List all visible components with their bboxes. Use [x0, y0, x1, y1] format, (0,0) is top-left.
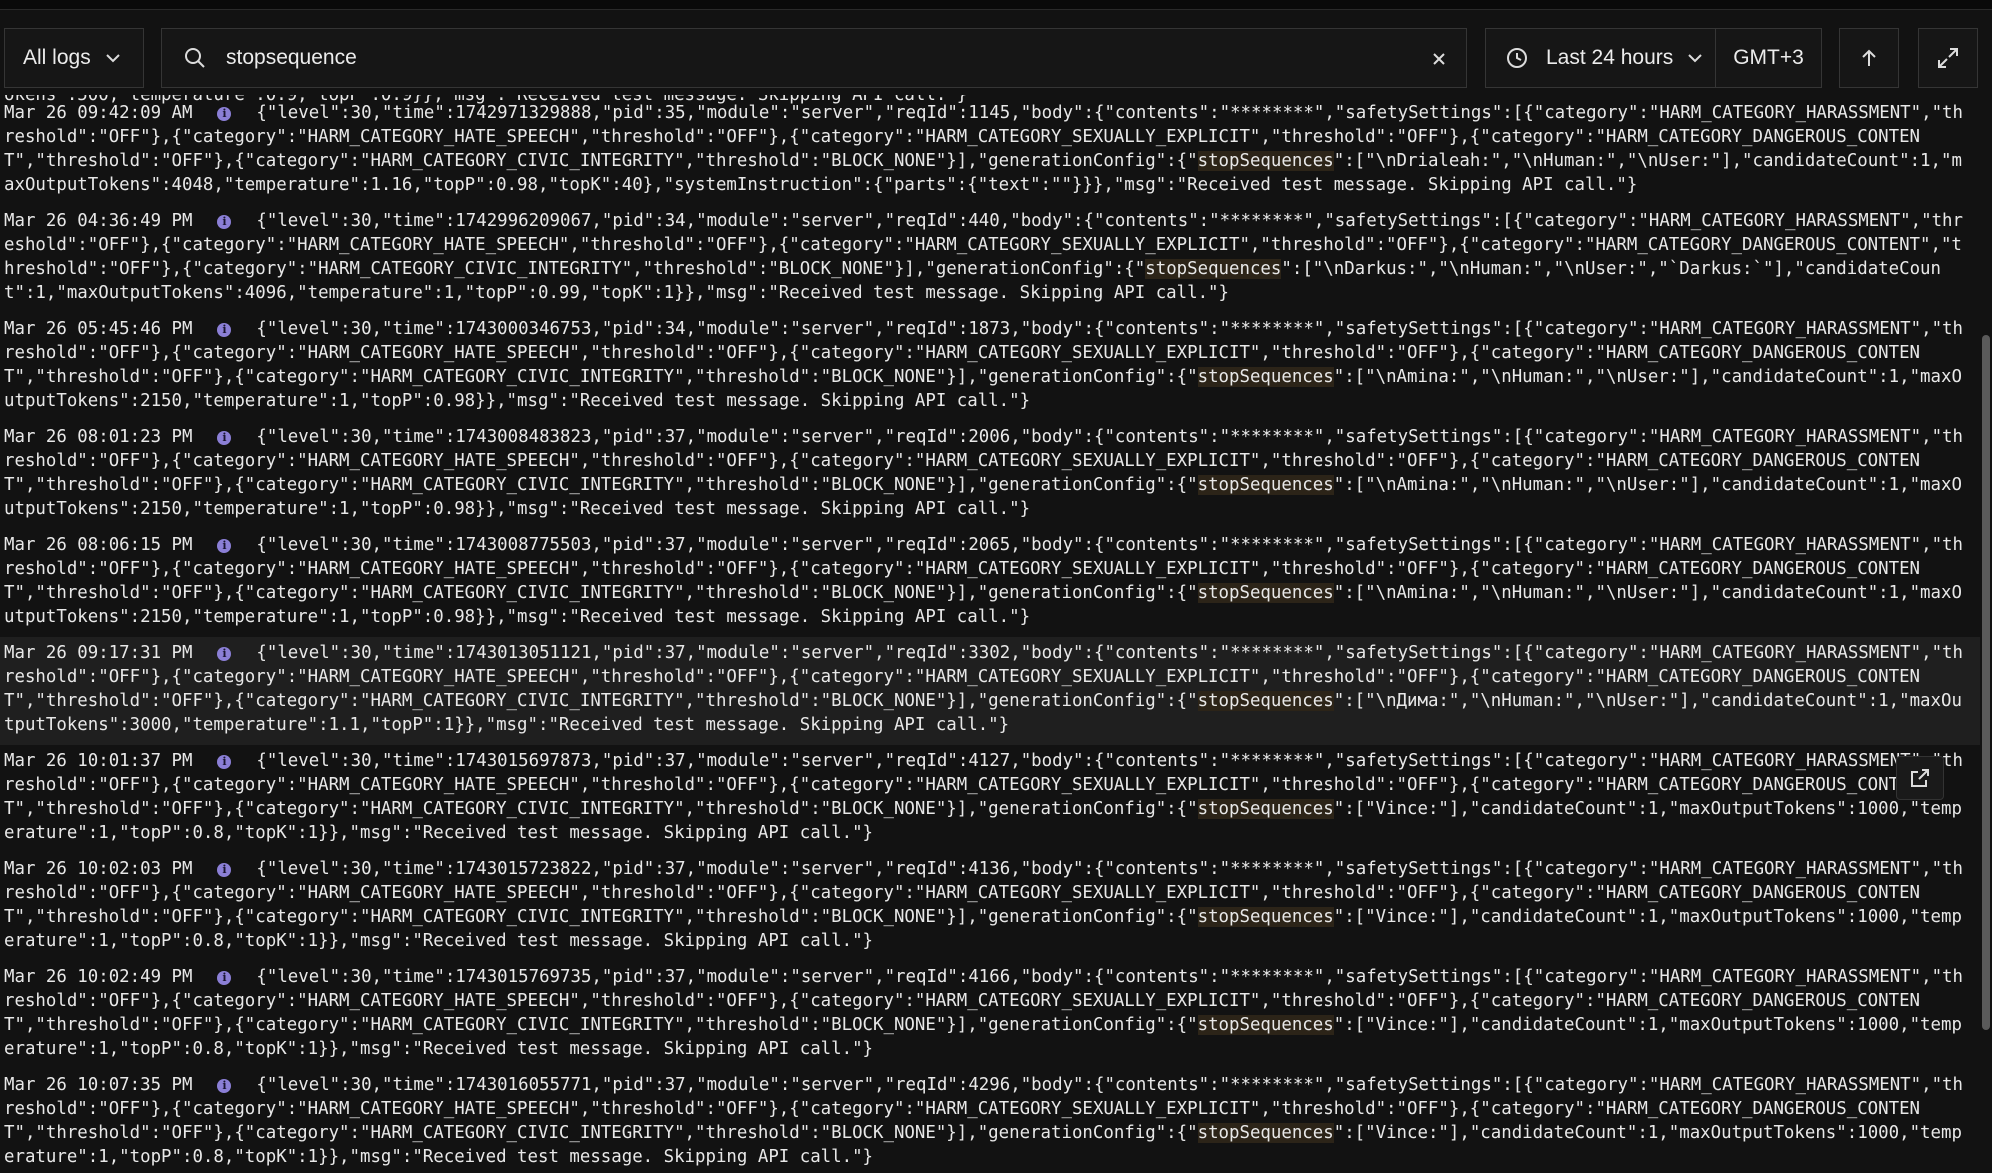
search-icon — [185, 48, 205, 68]
log-entry[interactable]: Mar 26 10:02:03 PM i {"level":30,"time":… — [0, 853, 1980, 961]
search-match: stopSequences — [1197, 583, 1334, 603]
log-line: Mar 26 10:02:03 PM i {"level":30,"time":… — [4, 857, 1964, 953]
log-timestamp: Mar 26 10:02:49 PM — [4, 967, 193, 987]
search-match: stopSequences — [1197, 799, 1334, 819]
log-timestamp: Mar 26 04:36:49 PM — [4, 211, 193, 231]
info-level-icon: i — [217, 431, 232, 445]
log-line: Mar 26 09:42:09 AM i {"level":30,"time":… — [4, 101, 1964, 197]
log-list[interactable]: okens":500,"temperature":0.9,"topP":0.9}… — [0, 95, 1980, 1173]
log-entry[interactable]: Mar 26 04:36:49 PM i {"level":30,"time":… — [0, 205, 1980, 313]
search-match: stopSequences — [1197, 1123, 1334, 1143]
timezone-button[interactable]: GMT+3 — [1715, 29, 1822, 87]
log-source-label: All logs — [23, 46, 91, 69]
log-timestamp: Mar 26 09:42:09 AM — [4, 103, 193, 123]
log-entry[interactable]: Mar 26 10:07:35 PM i {"level":30,"time":… — [0, 1069, 1980, 1173]
search-match: stopSequences — [1197, 691, 1334, 711]
time-range-select[interactable]: Last 24 hours — [1546, 46, 1673, 70]
search-match: stopSequences — [1197, 151, 1334, 171]
fullscreen-button[interactable] — [1918, 28, 1978, 88]
log-entry[interactable]: Mar 26 09:42:09 AM i {"level":30,"time":… — [0, 97, 1980, 205]
log-line: Mar 26 08:01:23 PM i {"level":30,"time":… — [4, 425, 1964, 521]
search-input[interactable]: stopsequence — [226, 46, 1466, 70]
log-line: Mar 26 08:06:15 PM i {"level":30,"time":… — [4, 533, 1964, 629]
log-timestamp: Mar 26 10:07:35 PM — [4, 1075, 193, 1095]
chevron-down-icon — [106, 54, 120, 63]
log-line: Mar 26 10:07:35 PM i {"level":30,"time":… — [4, 1073, 1964, 1169]
log-entry[interactable]: Mar 26 09:17:31 PM i {"level":30,"time":… — [0, 637, 1980, 745]
log-timestamp: Mar 26 10:02:03 PM — [4, 859, 193, 879]
search-match: stopSequences — [1197, 907, 1334, 927]
timezone-label: GMT+3 — [1733, 46, 1804, 69]
log-source-select[interactable]: All logs — [4, 28, 144, 88]
info-level-icon: i — [217, 215, 232, 229]
scrollbar-thumb[interactable] — [1982, 335, 1990, 1030]
time-range-group: Last 24 hours GMT+3 — [1485, 28, 1822, 88]
log-line: Mar 26 09:17:31 PM i {"level":30,"time":… — [4, 641, 1964, 737]
log-entry[interactable]: Mar 26 08:01:23 PM i {"level":30,"time":… — [0, 421, 1980, 529]
window-top-strip — [0, 0, 1992, 10]
sort-order-button[interactable] — [1839, 28, 1899, 88]
info-level-icon: i — [217, 863, 232, 877]
search-match: stopSequences — [1145, 259, 1282, 279]
log-timestamp: Mar 26 10:01:37 PM — [4, 751, 193, 771]
log-line: Mar 26 05:45:46 PM i {"level":30,"time":… — [4, 317, 1964, 413]
chevron-down-icon[interactable] — [1685, 48, 1705, 68]
info-level-icon: i — [217, 755, 232, 769]
info-level-icon: i — [217, 107, 232, 121]
info-level-icon: i — [217, 323, 232, 337]
search-match: stopSequences — [1197, 475, 1334, 495]
log-timestamp: Mar 26 09:17:31 PM — [4, 643, 193, 663]
log-entry[interactable]: Mar 26 10:01:37 PM i {"level":30,"time":… — [0, 745, 1980, 853]
log-line: Mar 26 10:02:49 PM i {"level":30,"time":… — [4, 965, 1964, 1061]
external-link-icon — [1911, 769, 1929, 787]
log-entry[interactable]: Mar 26 10:02:49 PM i {"level":30,"time":… — [0, 961, 1980, 1069]
info-level-icon: i — [217, 971, 232, 985]
log-entry[interactable]: Mar 26 05:45:46 PM i {"level":30,"time":… — [0, 313, 1980, 421]
open-entry-button[interactable] — [1896, 756, 1944, 800]
info-level-icon: i — [217, 1079, 232, 1093]
scrollbar[interactable] — [1980, 95, 1992, 1173]
info-level-icon: i — [217, 647, 232, 661]
log-entry[interactable]: Mar 26 08:06:15 PM i {"level":30,"time":… — [0, 529, 1980, 637]
log-timestamp: Mar 26 05:45:46 PM — [4, 319, 193, 339]
arrow-up-icon — [1862, 49, 1876, 66]
info-level-icon: i — [217, 539, 232, 553]
expand-icon — [1938, 48, 1958, 68]
search-match: stopSequences — [1197, 1015, 1334, 1035]
close-icon[interactable] — [1426, 46, 1452, 72]
clock-icon — [1507, 48, 1527, 68]
log-line: Mar 26 04:36:49 PM i {"level":30,"time":… — [4, 209, 1964, 305]
log-line: Mar 26 10:01:37 PM i {"level":30,"time":… — [4, 749, 1964, 845]
toolbar: All logs stopsequence Last 24 hours GMT+… — [0, 28, 1992, 88]
log-timestamp: Mar 26 08:06:15 PM — [4, 535, 193, 555]
search-box[interactable]: stopsequence — [161, 28, 1467, 88]
log-timestamp: Mar 26 08:01:23 PM — [4, 427, 193, 447]
search-match: stopSequences — [1197, 367, 1334, 387]
